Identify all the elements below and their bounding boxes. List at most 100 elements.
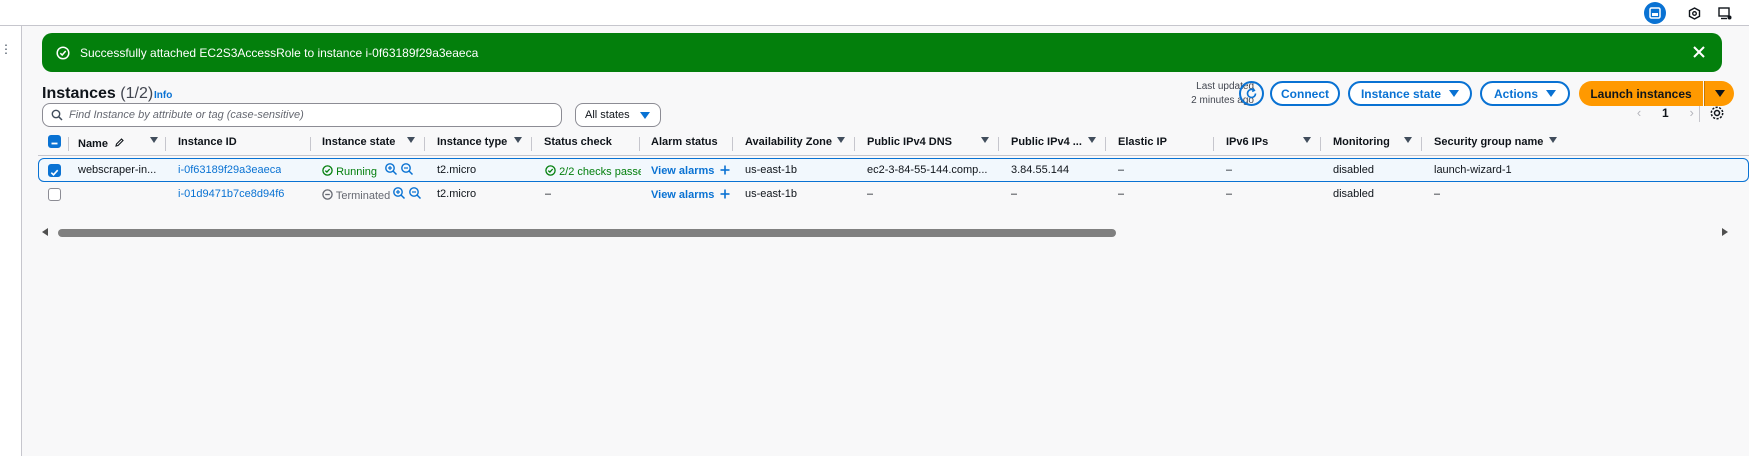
states-select[interactable]: All states — [575, 103, 661, 127]
zoom-in-icon[interactable] — [384, 162, 398, 176]
column-availability-zone[interactable]: Availability Zone — [745, 136, 832, 148]
cell-security-group: – — [1434, 188, 1441, 200]
flash-message: Successfully attached EC2S3AccessRole to… — [80, 45, 479, 60]
column-divider — [165, 137, 166, 151]
cell-state: Terminated — [322, 188, 390, 202]
cell-ipv6: – — [1226, 164, 1233, 176]
sort-icon[interactable] — [1088, 137, 1096, 143]
view-alarms-link[interactable]: View alarms — [651, 164, 730, 177]
column-instance-id[interactable]: Instance ID — [178, 136, 237, 148]
column-status-check[interactable]: Status check — [544, 136, 612, 148]
instance-id-link[interactable]: i-0f63189f29a3eaeca — [178, 164, 281, 176]
column-public-dns[interactable]: Public IPv4 DNS — [867, 136, 952, 148]
view-alarms-label: View alarms — [651, 189, 715, 201]
column-divider — [998, 137, 999, 151]
cell-elastic-ip: – — [1118, 164, 1125, 176]
cell-az: us-east-1b — [745, 188, 797, 200]
sort-icon[interactable] — [981, 137, 989, 143]
scroll-left-icon[interactable] — [42, 228, 48, 236]
column-divider — [854, 137, 855, 151]
instance-id-link[interactable]: i-01d9471b7ce8d94f6 — [178, 188, 284, 200]
column-alarm-status[interactable]: Alarm status — [651, 136, 718, 148]
feedback-icon[interactable] — [1714, 2, 1736, 24]
page-title: Instances (1/2) — [42, 85, 153, 103]
zoom-out-icon[interactable] — [400, 162, 414, 176]
title-text: Instances — [42, 85, 116, 102]
sort-icon[interactable] — [1303, 137, 1311, 143]
divider — [1699, 106, 1700, 122]
last-updated-value: 2 minutes ago — [1191, 95, 1254, 106]
plus-icon — [720, 189, 730, 199]
info-link[interactable]: Info — [154, 90, 172, 101]
table-row[interactable]: webscraper-in... i-0f63189f29a3eaeca Run… — [38, 158, 1749, 182]
instance-state-button[interactable]: Instance state — [1348, 81, 1472, 106]
cell-type: t2.micro — [437, 164, 477, 176]
running-check-icon — [322, 165, 333, 176]
cell-az: us-east-1b — [745, 164, 797, 176]
column-name[interactable]: Name — [78, 136, 124, 150]
state-text: Running — [336, 166, 378, 178]
prev-page-icon[interactable]: ‹ — [1632, 106, 1646, 120]
column-instance-state[interactable]: Instance state — [322, 136, 395, 148]
zoom-out-icon[interactable] — [408, 186, 422, 200]
row-checkbox[interactable] — [48, 188, 61, 201]
cell-ipv4: 3.84.55.144 — [1011, 164, 1070, 176]
success-check-icon — [56, 45, 70, 60]
cell-state: Running — [322, 164, 377, 178]
column-divider — [310, 137, 311, 151]
view-alarms-label: View alarms — [651, 165, 715, 177]
top-bar — [0, 0, 1749, 26]
cell-monitoring: disabled — [1333, 164, 1374, 176]
connect-label: Connect — [1281, 86, 1329, 101]
last-updated: Last updated 2 minutes ago — [1142, 80, 1254, 108]
panel-toggle-icon[interactable] — [1644, 2, 1666, 24]
search-input[interactable] — [69, 109, 549, 121]
select-all-checkbox[interactable] — [48, 135, 61, 148]
connect-button[interactable]: Connect — [1270, 81, 1340, 106]
column-public-ipv4[interactable]: Public IPv4 ... — [1011, 136, 1082, 148]
plus-icon — [720, 165, 730, 175]
selection-count: (1/2) — [120, 85, 154, 102]
column-name-label: Name — [78, 138, 108, 150]
table-row[interactable]: i-01d9471b7ce8d94f6 Terminated t2.micro … — [38, 183, 1749, 207]
zoom-in-icon[interactable] — [392, 186, 406, 200]
edit-pencil-icon — [115, 138, 124, 147]
row-checkbox[interactable] — [48, 164, 61, 177]
page-number[interactable]: 1 — [1662, 106, 1669, 120]
cell-elastic-ip: – — [1118, 188, 1125, 200]
scroll-right-icon[interactable] — [1722, 228, 1728, 236]
horizontal-scrollbar[interactable] — [22, 227, 1728, 239]
column-elastic-ip[interactable]: Elastic IP — [1118, 136, 1167, 148]
sort-icon[interactable] — [837, 137, 845, 143]
search-field[interactable] — [42, 103, 562, 127]
scrollbar-thumb[interactable] — [58, 229, 1116, 237]
cell-type: t2.micro — [437, 188, 477, 200]
column-instance-type[interactable]: Instance type — [437, 136, 507, 148]
gear-icon[interactable] — [1708, 104, 1726, 122]
refresh-button[interactable] — [1239, 81, 1264, 106]
column-monitoring[interactable]: Monitoring — [1333, 136, 1390, 148]
menu-icon[interactable]: ⋮ — [0, 42, 12, 56]
sort-icon[interactable] — [514, 137, 522, 143]
column-divider — [1213, 137, 1214, 151]
column-divider — [424, 137, 425, 151]
side-nav-rail: ⋮ — [0, 26, 22, 456]
sort-icon[interactable] — [1549, 137, 1557, 143]
view-alarms-link[interactable]: View alarms — [651, 188, 730, 201]
sort-icon[interactable] — [407, 137, 415, 143]
instances-page: Successfully attached EC2S3AccessRole to… — [22, 26, 1749, 456]
cell-status-check: – — [545, 188, 552, 200]
column-divider — [1421, 137, 1422, 151]
next-page-icon[interactable]: › — [1685, 106, 1699, 120]
instances-table: Name Instance ID Instance state Instance… — [38, 130, 1749, 210]
column-security-group[interactable]: Security group name — [1434, 136, 1543, 148]
actions-button[interactable]: Actions — [1480, 81, 1570, 106]
launch-instances-button[interactable]: Launch instances — [1579, 81, 1703, 106]
settings-hex-icon[interactable] — [1683, 2, 1705, 24]
column-divider — [1320, 137, 1321, 151]
column-ipv6[interactable]: IPv6 IPs — [1226, 136, 1268, 148]
close-icon[interactable] — [1690, 43, 1708, 61]
sort-icon[interactable] — [150, 137, 158, 143]
launch-dropdown-button[interactable] — [1704, 81, 1734, 106]
sort-icon[interactable] — [1404, 137, 1412, 143]
